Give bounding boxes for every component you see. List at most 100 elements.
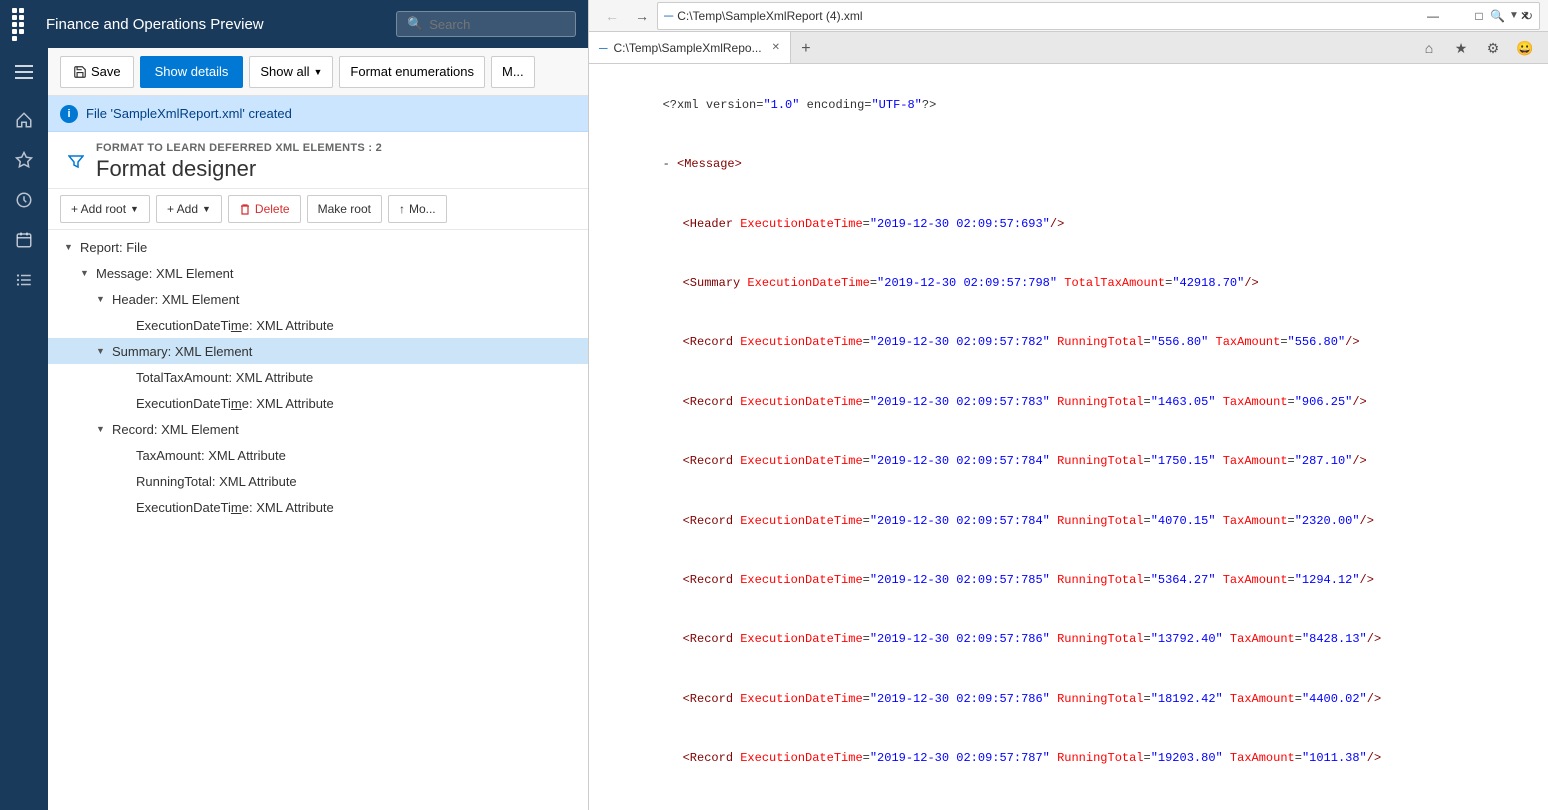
- xml-header: <Header ExecutionDateTime="2019-12-30 02…: [605, 195, 1532, 254]
- add-root-dropdown-icon: ▼: [130, 204, 139, 214]
- maximize-button[interactable]: □: [1456, 0, 1502, 32]
- show-details-button[interactable]: Show details: [140, 56, 244, 88]
- format-label: FORMAT TO LEARN DEFERRED XML ELEMENTS : …: [96, 142, 382, 154]
- add-root-button[interactable]: + Add root ▼: [60, 195, 150, 223]
- close-button[interactable]: ✕: [1502, 0, 1548, 32]
- tree-label-totaltax: TotalTaxAmount: XML Attribute: [136, 370, 313, 385]
- tree-item-execdt-record[interactable]: ExecutionDateTime: XML Attribute: [48, 494, 588, 520]
- tree-item-report[interactable]: ▼ Report: File: [48, 234, 588, 260]
- grid-icon: [12, 8, 30, 41]
- settings-browser-icon[interactable]: ⚙: [1478, 33, 1508, 63]
- format-enumerations-label: Format enumerations: [350, 64, 474, 79]
- notification-bar: i File 'SampleXmlReport.xml' created: [48, 96, 588, 132]
- tree-view[interactable]: ▼ Report: File ▼ Message: XML Element ▼ …: [48, 230, 588, 810]
- xml-content: <?xml version="1.0" encoding="UTF-8"?> -…: [589, 64, 1548, 810]
- forward-button[interactable]: →: [627, 1, 657, 31]
- address-text: C:\Temp\SampleXmlReport (4).xml: [677, 9, 1486, 23]
- info-icon: i: [60, 105, 78, 123]
- xml-message-open: - <Message>: [605, 135, 1532, 194]
- move-text: Mo...: [409, 202, 436, 216]
- emoji-icon[interactable]: 😀: [1510, 33, 1540, 63]
- main-toolbar: Save Show details Show all ▼ Format enum…: [48, 48, 588, 96]
- xml-record-1: <Record ExecutionDateTime="2019-12-30 02…: [605, 314, 1532, 373]
- tree-arrow-summary: ▼: [96, 346, 108, 356]
- tab-close-icon[interactable]: ✕: [772, 42, 780, 53]
- search-box[interactable]: 🔍: [396, 11, 576, 37]
- new-tab-button[interactable]: +: [791, 35, 821, 63]
- sidebar-home[interactable]: [4, 100, 44, 140]
- tree-label-tax: TaxAmount: XML Attribute: [136, 448, 286, 463]
- app-title: Finance and Operations Preview: [46, 16, 380, 33]
- xml-record-5: <Record ExecutionDateTime="2019-12-30 02…: [605, 551, 1532, 610]
- delete-button[interactable]: Delete: [228, 195, 301, 223]
- sidebar-hamburger[interactable]: [4, 52, 44, 92]
- sidebar-history[interactable]: [4, 180, 44, 220]
- title-bar: Finance and Operations Preview 🔍: [0, 0, 588, 48]
- tree-arrow-header: ▼: [96, 294, 108, 304]
- tree-label-message: Message: XML Element: [96, 266, 234, 281]
- xml-record-6: <Record ExecutionDateTime="2019-12-30 02…: [605, 611, 1532, 670]
- delete-icon: [239, 203, 251, 216]
- xml-declaration: <?xml version="1.0" encoding="UTF-8"?>: [605, 76, 1532, 135]
- more-label: M...: [502, 64, 524, 79]
- tree-arrow-report: ▼: [64, 242, 76, 252]
- tree-label-execdt-s: ExecutionDateTime: XML Attribute: [136, 396, 334, 411]
- sidebar-favorites[interactable]: [4, 140, 44, 180]
- tree-label-header: Header: XML Element: [112, 292, 239, 307]
- show-all-dropdown-icon: ▼: [314, 67, 323, 77]
- sidebar-calendar[interactable]: [4, 220, 44, 260]
- tree-label-execdt-h: ExecutionDateTime: XML Attribute: [136, 318, 334, 333]
- show-all-button[interactable]: Show all ▼: [249, 56, 333, 88]
- tree-arrow-record: ▼: [96, 424, 108, 434]
- tree-item-taxamount[interactable]: TaxAmount: XML Attribute: [48, 442, 588, 468]
- tree-label-execdt-r: ExecutionDateTime: XML Attribute: [136, 500, 334, 515]
- move-label: ↑: [399, 202, 405, 216]
- xml-summary: <Summary ExecutionDateTime="2019-12-30 0…: [605, 254, 1532, 313]
- xml-record-7: <Record ExecutionDateTime="2019-12-30 02…: [605, 670, 1532, 729]
- tree-item-execdt-summary[interactable]: ExecutionDateTime: XML Attribute: [48, 390, 588, 416]
- format-enumerations-button[interactable]: Format enumerations: [339, 56, 485, 88]
- tree-item-message[interactable]: ▼ Message: XML Element: [48, 260, 588, 286]
- window-controls: — □ ✕: [1410, 0, 1548, 32]
- delete-label: Delete: [255, 202, 290, 216]
- tree-item-header[interactable]: ▼ Header: XML Element: [48, 286, 588, 312]
- filter-icon[interactable]: [64, 150, 88, 174]
- show-details-label: Show details: [155, 64, 229, 79]
- home-browser-icon[interactable]: ⌂: [1414, 33, 1444, 63]
- tree-item-record[interactable]: ▼ Record: XML Element: [48, 416, 588, 442]
- search-icon: 🔍: [407, 16, 423, 32]
- tree-item-runningtotal[interactable]: RunningTotal: XML Attribute: [48, 468, 588, 494]
- sidebar-list[interactable]: [4, 260, 44, 300]
- format-title: Format designer: [96, 156, 382, 182]
- show-all-label: Show all: [260, 64, 309, 79]
- tree-item-totaltax[interactable]: TotalTaxAmount: XML Attribute: [48, 364, 588, 390]
- tree-label-summary: Summary: XML Element: [112, 344, 252, 359]
- add-label: + Add: [167, 202, 198, 216]
- xml-record-4: <Record ExecutionDateTime="2019-12-30 02…: [605, 492, 1532, 551]
- tree-item-execdt-header[interactable]: ExecutionDateTime: XML Attribute: [48, 312, 588, 338]
- favorites-icon[interactable]: ★: [1446, 33, 1476, 63]
- address-bar[interactable]: ─ C:\Temp\SampleXmlReport (4).xml 🔍 ▼ ↻: [657, 2, 1540, 30]
- notification-text: File 'SampleXmlReport.xml' created: [86, 106, 292, 121]
- save-icon: [73, 65, 87, 79]
- tab-title: C:\Temp\SampleXmlRepo...: [614, 41, 762, 55]
- tree-label-record: Record: XML Element: [112, 422, 239, 437]
- tree-arrow-message: ▼: [80, 268, 92, 278]
- panel-toolbar: + Add root ▼ + Add ▼ Delete Make root ↑ …: [48, 189, 588, 230]
- search-input[interactable]: [429, 17, 549, 32]
- more-button[interactable]: M...: [491, 56, 535, 88]
- save-label: Save: [91, 64, 121, 79]
- make-root-label: Make root: [318, 202, 371, 216]
- save-button[interactable]: Save: [60, 56, 134, 88]
- minimize-button[interactable]: —: [1410, 0, 1456, 32]
- tree-label-running: RunningTotal: XML Attribute: [136, 474, 297, 489]
- browser-tab-1[interactable]: ─ C:\Temp\SampleXmlRepo... ✕: [589, 31, 791, 63]
- move-button[interactable]: ↑ Mo...: [388, 195, 447, 223]
- add-dropdown-icon: ▼: [202, 204, 211, 214]
- back-button[interactable]: ←: [597, 1, 627, 31]
- tab-bar: ─ C:\Temp\SampleXmlRepo... ✕ + ⌂ ★ ⚙ 😀: [589, 32, 1548, 64]
- add-button[interactable]: + Add ▼: [156, 195, 222, 223]
- make-root-button[interactable]: Make root: [307, 195, 382, 223]
- tree-item-summary[interactable]: ▼ Summary: XML Element: [48, 338, 588, 364]
- xml-record-2: <Record ExecutionDateTime="2019-12-30 02…: [605, 373, 1532, 432]
